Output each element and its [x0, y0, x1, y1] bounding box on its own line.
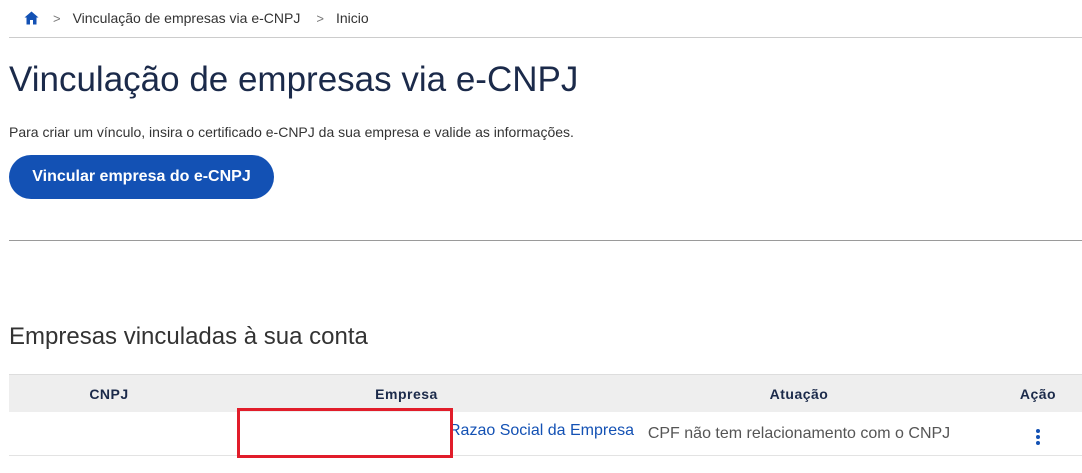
column-header-empresa: Empresa [375, 385, 438, 402]
column-header-cnpj: CNPJ [89, 385, 129, 402]
atuacao-text: CPF não tem relacionamento com o CNPJ [647, 424, 951, 442]
cell-acao [994, 420, 1082, 447]
breadcrumb-separator: > [316, 10, 324, 26]
companies-table: CNPJ Empresa Atuação Ação Razao Social d… [9, 374, 1082, 456]
vincular-empresa-button[interactable]: Vincular empresa do e-CNPJ [9, 155, 274, 199]
top-divider [9, 37, 1082, 38]
breadcrumb: > Vinculação de empresas via e-CNPJ > In… [24, 8, 385, 28]
table-header: CNPJ Empresa Atuação Ação [9, 374, 1082, 412]
page-title: Vinculação de empresas via e-CNPJ [9, 60, 579, 99]
more-vertical-icon[interactable] [1030, 427, 1046, 447]
breadcrumb-item-vinculacao[interactable]: Vinculação de empresas via e-CNPJ [73, 10, 301, 26]
section-divider [9, 240, 1082, 241]
table-row: Razao Social da Empresa do CNPJ CPF não … [9, 412, 1082, 456]
column-header-acao: Ação [1019, 385, 1057, 402]
cell-empresa: Razao Social da Empresa do CNPJ [209, 422, 639, 445]
column-header-atuacao: Atuação [769, 385, 829, 402]
section-title: Empresas vinculadas à sua conta [9, 323, 368, 350]
intro-text: Para criar um vínculo, insira o certific… [9, 124, 574, 140]
cell-atuacao: CPF não tem relacionamento com o CNPJ [604, 425, 994, 443]
breadcrumb-item-inicio: Inicio [335, 10, 369, 26]
home-icon[interactable] [24, 11, 39, 25]
breadcrumb-separator: > [53, 10, 61, 26]
